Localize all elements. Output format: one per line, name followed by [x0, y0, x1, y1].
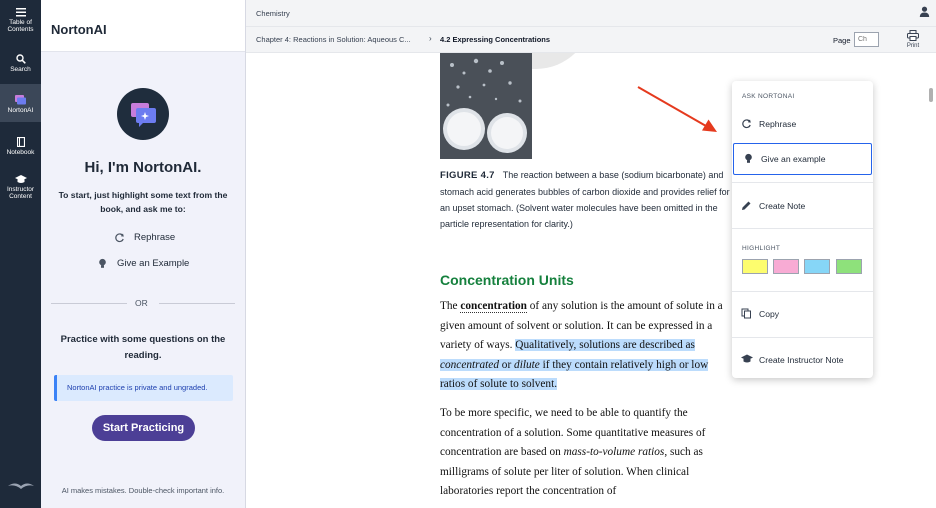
figure-caption: FIGURE 4.7 The reaction between a base (s…: [440, 167, 740, 232]
nortonai-panel: NortonAI Hi, I'm NortonAI. To start, jus…: [41, 0, 246, 508]
highlight-swatch-yellow[interactable]: [742, 259, 768, 274]
breadcrumb-section: 4.2 Expressing Concentrations: [440, 35, 551, 44]
rail-label: Instructor: [6, 186, 35, 193]
rail-label: Content: [9, 193, 32, 200]
text-run: Qualitatively, solutions are described a…: [515, 339, 695, 351]
menu-create-note[interactable]: Create Note: [732, 191, 873, 221]
user-icon[interactable]: [919, 6, 930, 17]
text-emphasis: mass-to-volume ratios: [563, 446, 665, 458]
paragraph-2[interactable]: To be more specific, we need to be able …: [440, 404, 736, 502]
print-button[interactable]: Print: [903, 30, 923, 49]
rail-item-table-of-contents[interactable]: Table of Contents: [0, 8, 41, 33]
nortonai-chat-icon: [131, 103, 156, 127]
copy-icon: [741, 308, 751, 319]
pencil-icon: [742, 201, 751, 210]
paragraph-1[interactable]: The concentration of any solution is the…: [440, 297, 736, 395]
menu-create-instructor-note-label: Create Instructor Note: [759, 355, 844, 365]
norton-logo-icon: [8, 483, 34, 489]
highlight-swatch-blue[interactable]: [804, 259, 830, 274]
panel-header: NortonAI: [41, 0, 245, 52]
rail-label: Table of: [9, 19, 32, 26]
menu-divider: [732, 337, 873, 338]
rail-item-instructor-content[interactable]: Instructor Content: [0, 175, 41, 200]
rephrase-icon: [115, 233, 124, 243]
ai-disclaimer: AI makes mistakes. Double-check importan…: [61, 486, 225, 495]
highlight-label: HIGHLIGHT: [742, 245, 781, 252]
text-emphasis: dilute: [514, 358, 540, 371]
lightbulb-icon: [745, 153, 752, 163]
glossary-term-concentration[interactable]: concentration: [460, 300, 527, 313]
rail-label: Notebook: [6, 149, 35, 156]
graduation-cap-icon: [741, 354, 753, 363]
book-header: Chemistry: [246, 0, 936, 27]
page-number-input[interactable]: [854, 32, 879, 47]
ask-nortonai-label: ASK NORTONAI: [742, 93, 795, 100]
book-title: Chemistry: [256, 9, 290, 18]
rephrase-icon: [742, 119, 751, 129]
practice-prompt: Practice with some questions on the read…: [60, 334, 226, 361]
text-run: or: [498, 358, 515, 371]
start-practicing-button[interactable]: Start Practicing: [92, 415, 195, 441]
intro-text: To start, just highlight some text from …: [58, 190, 228, 214]
breadcrumb-bar: Chapter 4: Reactions in Solution: Aqueou…: [246, 27, 936, 53]
section-heading: Concentration Units: [440, 272, 574, 288]
privacy-notice: NortonAI practice is private and ungrade…: [54, 375, 233, 401]
figure-backdrop: [532, 53, 592, 69]
menu-copy-label: Copy: [759, 309, 780, 319]
menu-divider: [732, 228, 873, 229]
text-emphasis: concentrated: [440, 358, 499, 371]
option-give-example-label: Give an Example: [117, 258, 190, 269]
printer-icon: [907, 30, 919, 41]
option-give-example: Give an Example: [99, 258, 190, 269]
menu-divider: [732, 182, 873, 183]
rail-item-notebook[interactable]: Notebook: [0, 137, 41, 156]
rail-label: NortonAI: [7, 107, 34, 114]
menu-create-note-label: Create Note: [759, 201, 806, 211]
option-rephrase-label: Rephrase: [134, 232, 176, 243]
menu-give-example[interactable]: Give an example: [733, 143, 872, 175]
breadcrumb-chapter[interactable]: Chapter 4: Reactions in Solution: Aqueou…: [256, 35, 411, 44]
highlight-swatch-green[interactable]: [836, 259, 862, 274]
app: Table of Contents Search NortonAI Notebo…: [0, 0, 936, 508]
menu-rephrase-label: Rephrase: [759, 119, 797, 129]
search-icon: [15, 54, 26, 64]
or-divider-text: OR: [135, 298, 148, 308]
antacid-tablets-image: [440, 53, 532, 159]
left-rail: Table of Contents Search NortonAI Notebo…: [0, 0, 41, 508]
menu-create-instructor-note[interactable]: Create Instructor Note: [732, 345, 873, 375]
lightbulb-icon: [99, 258, 106, 268]
breadcrumb-separator: ›: [429, 34, 432, 43]
panel-title: NortonAI: [51, 22, 107, 37]
scrollbar-thumb[interactable]: [929, 88, 933, 102]
list-icon: [15, 8, 26, 17]
text-run: The: [440, 300, 461, 312]
highlight-swatch-pink[interactable]: [773, 259, 799, 274]
divider-left: [51, 303, 127, 304]
rail-label: Search: [10, 66, 31, 73]
notebook-icon: [16, 137, 25, 147]
divider-right: [159, 303, 235, 304]
menu-give-example-label: Give an example: [761, 154, 826, 164]
page-label: Page: [833, 36, 851, 45]
greeting-heading: Hi, I'm NortonAI.: [84, 159, 202, 176]
rail-item-search[interactable]: Search: [0, 54, 41, 73]
option-rephrase: Rephrase: [115, 232, 176, 243]
graduation-cap-icon: [14, 175, 27, 183]
print-label: Print: [906, 43, 920, 49]
nortonai-avatar: [117, 88, 169, 140]
rail-item-nortonai[interactable]: NortonAI: [0, 84, 41, 122]
selection-context-menu: ASK NORTONAI Rephrase Give an example Cr…: [732, 81, 873, 378]
menu-copy[interactable]: Copy: [732, 299, 873, 329]
menu-divider: [732, 291, 873, 292]
figure-image: [440, 53, 532, 159]
rail-label: Contents: [7, 26, 34, 33]
figure-label: FIGURE 4.7: [440, 170, 495, 181]
nortonai-icon: [15, 95, 26, 105]
menu-rephrase[interactable]: Rephrase: [732, 109, 873, 139]
